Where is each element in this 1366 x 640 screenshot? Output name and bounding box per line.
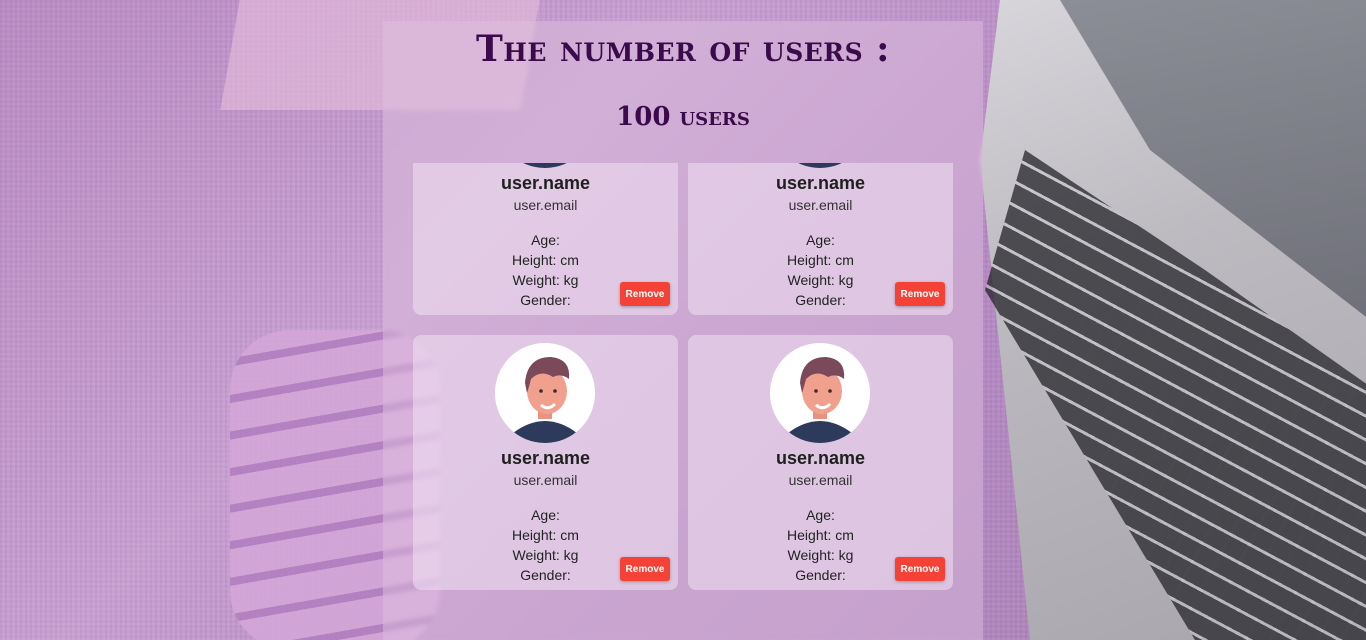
avatar xyxy=(770,163,870,168)
avatar xyxy=(495,343,595,443)
user-email: user.email xyxy=(788,472,853,488)
user-card: user.name user.email Age: Height: cm Wei… xyxy=(413,163,678,315)
user-age: Age: xyxy=(806,232,835,248)
user-age: Age: xyxy=(531,232,560,248)
user-email: user.email xyxy=(513,472,578,488)
avatar-icon xyxy=(788,163,852,168)
user-height: Height: cm xyxy=(512,252,579,268)
user-height: Height: cm xyxy=(787,252,854,268)
user-height: Height: cm xyxy=(787,527,854,543)
user-count: 100 users xyxy=(616,102,750,132)
user-name: user.name xyxy=(775,448,866,468)
avatar-icon xyxy=(513,163,577,168)
user-age: Age: xyxy=(806,507,835,523)
user-name: user.name xyxy=(500,173,591,193)
user-list[interactable]: user.name user.email Age: Height: cm Wei… xyxy=(383,163,983,640)
user-name: user.name xyxy=(500,448,591,468)
user-age: Age: xyxy=(531,507,560,523)
user-email: user.email xyxy=(788,197,853,213)
avatar-icon xyxy=(770,343,870,443)
user-grid: user.name user.email Age: Height: cm Wei… xyxy=(413,163,953,590)
user-height: Height: cm xyxy=(512,527,579,543)
remove-button[interactable]: Remove xyxy=(620,557,670,581)
remove-button[interactable]: Remove xyxy=(895,557,945,581)
user-card: user.name user.email Age: Height: cm Wei… xyxy=(413,335,678,590)
avatar xyxy=(770,343,870,443)
remove-button[interactable]: Remove xyxy=(895,282,945,306)
avatar xyxy=(495,163,595,168)
avatar-icon xyxy=(495,343,595,443)
page-title: The number of users : xyxy=(476,28,890,70)
user-email: user.email xyxy=(513,197,578,213)
user-card: user.name user.email Age: Height: cm Wei… xyxy=(688,163,953,315)
remove-button[interactable]: Remove xyxy=(620,282,670,306)
user-name: user.name xyxy=(775,173,866,193)
user-card: user.name user.email Age: Height: cm Wei… xyxy=(688,335,953,590)
